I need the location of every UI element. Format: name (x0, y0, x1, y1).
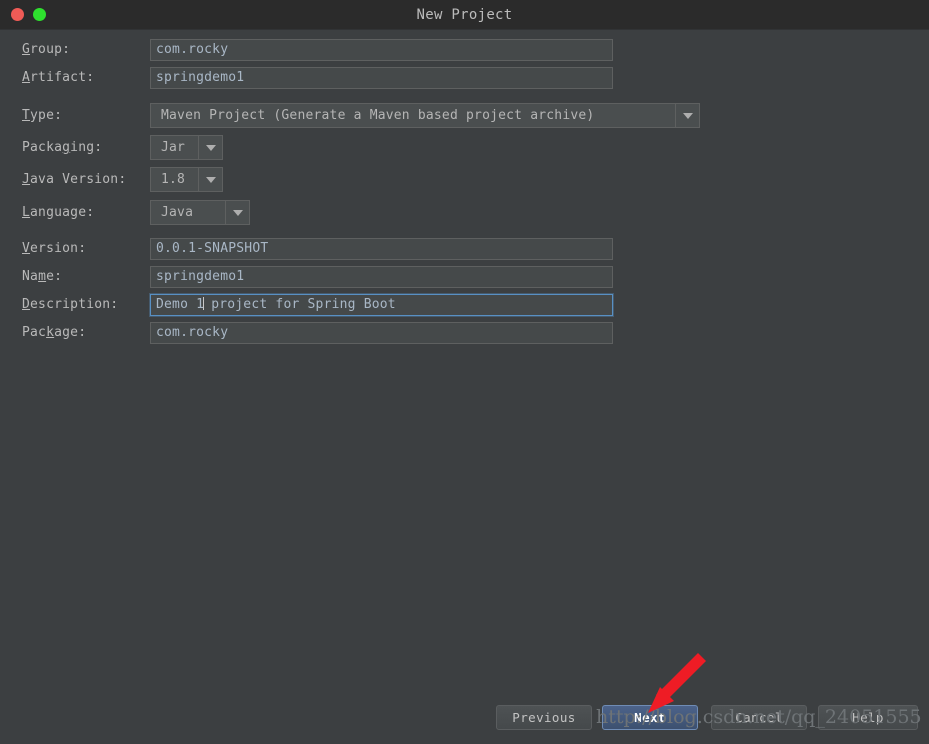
help-button[interactable]: Help (818, 705, 918, 730)
chevron-down-icon[interactable] (225, 200, 250, 225)
description-value-before-caret: Demo 1 (156, 297, 205, 312)
packaging-combobox-value: Jar (150, 135, 198, 160)
java-version-combobox[interactable]: 1.8 (150, 167, 223, 192)
label-java-version: Java Version: (22, 172, 127, 187)
label-group: Group: (22, 42, 71, 57)
next-button[interactable]: Next (602, 705, 698, 730)
label-version: Version: (22, 241, 87, 256)
group-input[interactable]: com.rocky (150, 39, 613, 61)
previous-button[interactable]: Previous (496, 705, 592, 730)
java-version-combobox-value: 1.8 (150, 167, 198, 192)
type-combobox[interactable]: Maven Project (Generate a Maven based pr… (150, 103, 700, 128)
label-package: Package: (22, 325, 87, 340)
packaging-combobox[interactable]: Jar (150, 135, 223, 160)
label-description: Description: (22, 297, 119, 312)
language-combobox[interactable]: Java (150, 200, 250, 225)
name-input[interactable]: springdemo1 (150, 266, 613, 288)
description-value-after-caret: project for Spring Boot (203, 297, 396, 312)
window-title: New Project (416, 7, 513, 23)
label-type: Type: (22, 108, 63, 123)
artifact-input[interactable]: springdemo1 (150, 67, 613, 89)
new-project-dialog: New Project Group: com.rocky Artifact: s… (0, 0, 929, 744)
window-titlebar: New Project (0, 0, 929, 30)
language-combobox-value: Java (150, 200, 225, 225)
chevron-down-icon[interactable] (198, 167, 223, 192)
cancel-button[interactable]: Cancel (711, 705, 807, 730)
chevron-down-icon[interactable] (198, 135, 223, 160)
label-artifact: Artifact: (22, 70, 95, 85)
label-language: Language: (22, 205, 95, 220)
package-input[interactable]: com.rocky (150, 322, 613, 344)
label-packaging: Packaging: (22, 140, 103, 155)
version-input[interactable]: 0.0.1-SNAPSHOT (150, 238, 613, 260)
project-form: Group: com.rocky Artifact: springdemo1 T… (0, 30, 929, 744)
type-combobox-value: Maven Project (Generate a Maven based pr… (150, 103, 675, 128)
description-input[interactable]: Demo 1 project for Spring Boot (150, 294, 613, 316)
label-name: Name: (22, 269, 63, 284)
chevron-down-icon[interactable] (675, 103, 700, 128)
